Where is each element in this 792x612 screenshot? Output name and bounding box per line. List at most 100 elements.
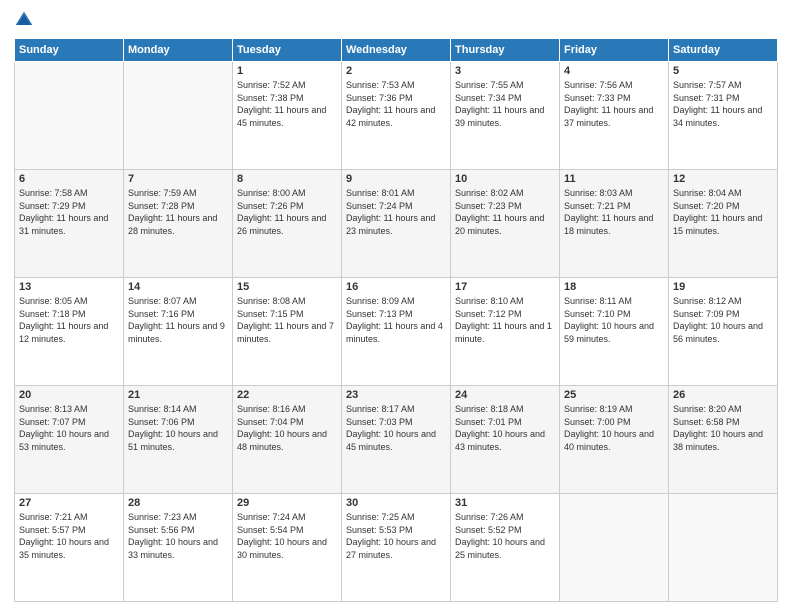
calendar-day-cell: 17 Sunrise: 8:10 AM Sunset: 7:12 PM Dayli…: [451, 278, 560, 386]
day-number: 7: [128, 173, 228, 185]
day-number: 23: [346, 389, 446, 401]
calendar-day-cell: 26 Sunrise: 8:20 AM Sunset: 6:58 PM Dayli…: [669, 386, 778, 494]
logo-icon: [14, 10, 34, 30]
day-info: Sunrise: 8:04 AM Sunset: 7:20 PM Dayligh…: [673, 187, 773, 237]
calendar-header-row: SundayMondayTuesdayWednesdayThursdayFrid…: [15, 39, 778, 62]
day-of-week-header: Tuesday: [233, 39, 342, 62]
day-info: Sunrise: 8:19 AM Sunset: 7:00 PM Dayligh…: [564, 403, 664, 453]
calendar-day-cell: 27Sunrise: 7:21 AM Sunset: 5:57 PM Dayli…: [15, 494, 124, 602]
day-info: Sunrise: 8:08 AM Sunset: 7:15 PM Dayligh…: [237, 295, 337, 345]
day-number: 18: [564, 281, 664, 293]
day-info: Sunrise: 8:01 AM Sunset: 7:24 PM Dayligh…: [346, 187, 446, 237]
day-info: Sunrise: 8:09 AM Sunset: 7:13 PM Dayligh…: [346, 295, 446, 345]
day-info: Sunrise: 7:53 AM Sunset: 7:36 PM Dayligh…: [346, 79, 446, 129]
day-info: Sunrise: 8:16 AM Sunset: 7:04 PM Dayligh…: [237, 403, 337, 453]
day-of-week-header: Wednesday: [342, 39, 451, 62]
day-number: 3: [455, 65, 555, 77]
logo: [14, 10, 36, 30]
day-number: 30: [346, 497, 446, 509]
day-info: Sunrise: 7:52 AM Sunset: 7:38 PM Dayligh…: [237, 79, 337, 129]
day-number: 11: [564, 173, 664, 185]
day-number: 10: [455, 173, 555, 185]
day-number: 17: [455, 281, 555, 293]
day-info: Sunrise: 8:02 AM Sunset: 7:23 PM Dayligh…: [455, 187, 555, 237]
day-number: 29: [237, 497, 337, 509]
calendar-day-cell: 31Sunrise: 7:26 AM Sunset: 5:52 PM Dayli…: [451, 494, 560, 602]
calendar-day-cell: 22 Sunrise: 8:16 AM Sunset: 7:04 PM Dayli…: [233, 386, 342, 494]
day-info: Sunrise: 8:07 AM Sunset: 7:16 PM Dayligh…: [128, 295, 228, 345]
day-number: 13: [19, 281, 119, 293]
day-info: Sunrise: 7:57 AM Sunset: 7:31 PM Dayligh…: [673, 79, 773, 129]
day-number: 22: [237, 389, 337, 401]
day-number: 26: [673, 389, 773, 401]
page-container: SundayMondayTuesdayWednesdayThursdayFrid…: [0, 0, 792, 612]
calendar-day-cell: 15 Sunrise: 8:08 AM Sunset: 7:15 PM Dayli…: [233, 278, 342, 386]
day-of-week-header: Saturday: [669, 39, 778, 62]
calendar-day-cell: 12 Sunrise: 8:04 AM Sunset: 7:20 PM Dayli…: [669, 170, 778, 278]
calendar-day-cell: [560, 494, 669, 602]
day-info: Sunrise: 7:23 AM Sunset: 5:56 PM Dayligh…: [128, 511, 228, 561]
calendar-day-cell: 25 Sunrise: 8:19 AM Sunset: 7:00 PM Dayli…: [560, 386, 669, 494]
calendar-day-cell: 28 Sunrise: 7:23 AM Sunset: 5:56 PM Dayli…: [124, 494, 233, 602]
calendar-day-cell: 4 Sunrise: 7:56 AM Sunset: 7:33 PM Daylig…: [560, 62, 669, 170]
day-number: 12: [673, 173, 773, 185]
calendar-day-cell: 16Sunrise: 8:09 AM Sunset: 7:13 PM Dayli…: [342, 278, 451, 386]
day-number: 6: [19, 173, 119, 185]
calendar-day-cell: 20Sunrise: 8:13 AM Sunset: 7:07 PM Dayli…: [15, 386, 124, 494]
calendar-day-cell: 2 Sunrise: 7:53 AM Sunset: 7:36 PM Daylig…: [342, 62, 451, 170]
calendar-week-row: 1 Sunrise: 7:52 AM Sunset: 7:38 PM Daylig…: [15, 62, 778, 170]
calendar-day-cell: 7 Sunrise: 7:59 AM Sunset: 7:28 PM Daylig…: [124, 170, 233, 278]
day-number: 25: [564, 389, 664, 401]
day-number: 15: [237, 281, 337, 293]
calendar-day-cell: 3 Sunrise: 7:55 AM Sunset: 7:34 PM Daylig…: [451, 62, 560, 170]
day-info: Sunrise: 8:20 AM Sunset: 6:58 PM Dayligh…: [673, 403, 773, 453]
day-info: Sunrise: 8:05 AM Sunset: 7:18 PM Dayligh…: [19, 295, 119, 345]
day-number: 1: [237, 65, 337, 77]
day-number: 24: [455, 389, 555, 401]
day-number: 28: [128, 497, 228, 509]
calendar-day-cell: 13 Sunrise: 8:05 AM Sunset: 7:18 PM Dayli…: [15, 278, 124, 386]
calendar-week-row: 27Sunrise: 7:21 AM Sunset: 5:57 PM Dayli…: [15, 494, 778, 602]
calendar-day-cell: 11 Sunrise: 8:03 AM Sunset: 7:21 PM Dayli…: [560, 170, 669, 278]
day-of-week-header: Monday: [124, 39, 233, 62]
day-number: 14: [128, 281, 228, 293]
day-of-week-header: Sunday: [15, 39, 124, 62]
calendar-day-cell: 18 Sunrise: 8:11 AM Sunset: 7:10 PM Dayli…: [560, 278, 669, 386]
day-number: 21: [128, 389, 228, 401]
calendar-week-row: 13 Sunrise: 8:05 AM Sunset: 7:18 PM Dayli…: [15, 278, 778, 386]
calendar-week-row: 6Sunrise: 7:58 AM Sunset: 7:29 PM Daylig…: [15, 170, 778, 278]
day-info: Sunrise: 8:12 AM Sunset: 7:09 PM Dayligh…: [673, 295, 773, 345]
calendar-day-cell: 9Sunrise: 8:01 AM Sunset: 7:24 PM Daylig…: [342, 170, 451, 278]
calendar-day-cell: 10 Sunrise: 8:02 AM Sunset: 7:23 PM Dayli…: [451, 170, 560, 278]
calendar-day-cell: 24 Sunrise: 8:18 AM Sunset: 7:01 PM Dayli…: [451, 386, 560, 494]
day-info: Sunrise: 8:10 AM Sunset: 7:12 PM Dayligh…: [455, 295, 555, 345]
calendar-day-cell: 5Sunrise: 7:57 AM Sunset: 7:31 PM Daylig…: [669, 62, 778, 170]
day-info: Sunrise: 8:18 AM Sunset: 7:01 PM Dayligh…: [455, 403, 555, 453]
calendar-day-cell: 6Sunrise: 7:58 AM Sunset: 7:29 PM Daylig…: [15, 170, 124, 278]
calendar-day-cell: [669, 494, 778, 602]
day-info: Sunrise: 7:55 AM Sunset: 7:34 PM Dayligh…: [455, 79, 555, 129]
calendar-day-cell: 1 Sunrise: 7:52 AM Sunset: 7:38 PM Daylig…: [233, 62, 342, 170]
calendar-day-cell: 21 Sunrise: 8:14 AM Sunset: 7:06 PM Dayli…: [124, 386, 233, 494]
day-number: 8: [237, 173, 337, 185]
day-info: Sunrise: 7:24 AM Sunset: 5:54 PM Dayligh…: [237, 511, 337, 561]
day-number: 20: [19, 389, 119, 401]
day-info: Sunrise: 8:03 AM Sunset: 7:21 PM Dayligh…: [564, 187, 664, 237]
calendar-day-cell: 8 Sunrise: 8:00 AM Sunset: 7:26 PM Daylig…: [233, 170, 342, 278]
day-info: Sunrise: 7:59 AM Sunset: 7:28 PM Dayligh…: [128, 187, 228, 237]
day-number: 2: [346, 65, 446, 77]
day-info: Sunrise: 7:21 AM Sunset: 5:57 PM Dayligh…: [19, 511, 119, 561]
day-of-week-header: Friday: [560, 39, 669, 62]
calendar-day-cell: 30Sunrise: 7:25 AM Sunset: 5:53 PM Dayli…: [342, 494, 451, 602]
day-info: Sunrise: 8:00 AM Sunset: 7:26 PM Dayligh…: [237, 187, 337, 237]
calendar-day-cell: 29 Sunrise: 7:24 AM Sunset: 5:54 PM Dayli…: [233, 494, 342, 602]
day-number: 4: [564, 65, 664, 77]
calendar-day-cell: 14 Sunrise: 8:07 AM Sunset: 7:16 PM Dayli…: [124, 278, 233, 386]
day-number: 19: [673, 281, 773, 293]
calendar-day-cell: 19 Sunrise: 8:12 AM Sunset: 7:09 PM Dayli…: [669, 278, 778, 386]
day-info: Sunrise: 8:11 AM Sunset: 7:10 PM Dayligh…: [564, 295, 664, 345]
day-info: Sunrise: 8:14 AM Sunset: 7:06 PM Dayligh…: [128, 403, 228, 453]
day-info: Sunrise: 8:17 AM Sunset: 7:03 PM Dayligh…: [346, 403, 446, 453]
day-of-week-header: Thursday: [451, 39, 560, 62]
day-info: Sunrise: 7:56 AM Sunset: 7:33 PM Dayligh…: [564, 79, 664, 129]
